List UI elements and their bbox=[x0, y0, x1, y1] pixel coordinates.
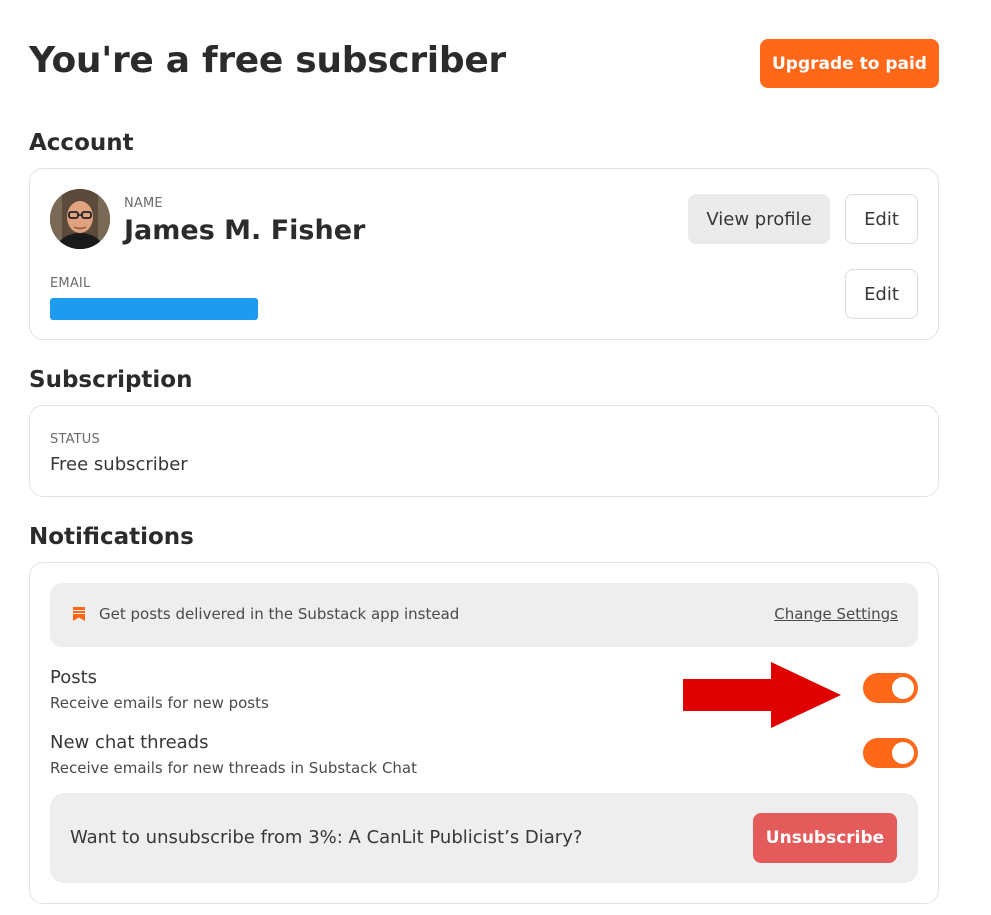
account-name: James M. Fisher bbox=[124, 215, 366, 246]
posts-subtitle: Receive emails for new posts bbox=[50, 694, 269, 712]
upgrade-to-paid-button[interactable]: Upgrade to paid bbox=[760, 39, 939, 88]
unsubscribe-button[interactable]: Unsubscribe bbox=[753, 813, 897, 863]
avatar bbox=[50, 189, 110, 249]
change-settings-link[interactable]: Change Settings bbox=[774, 605, 898, 623]
email-label: EMAIL bbox=[50, 276, 91, 291]
toggle-knob bbox=[892, 677, 914, 699]
edit-name-button[interactable]: Edit bbox=[845, 194, 918, 244]
unsubscribe-box: Want to unsubscribe from 3%: A CanLit Pu… bbox=[50, 793, 918, 883]
subscription-card: STATUS Free subscriber bbox=[29, 405, 939, 497]
bookmark-icon bbox=[73, 606, 85, 625]
page-title: You're a free subscriber bbox=[29, 40, 506, 81]
status-label: STATUS bbox=[50, 432, 100, 447]
account-card: NAME James M. Fisher View profile Edit E… bbox=[29, 168, 939, 340]
status-value: Free subscriber bbox=[50, 454, 188, 475]
red-arrow-annotation bbox=[683, 662, 841, 728]
edit-email-button[interactable]: Edit bbox=[845, 269, 918, 319]
posts-title: Posts bbox=[50, 667, 98, 688]
app-delivery-banner: Get posts delivered in the Substack app … bbox=[50, 583, 918, 647]
posts-email-toggle[interactable] bbox=[863, 673, 918, 703]
view-profile-button[interactable]: View profile bbox=[688, 194, 830, 244]
name-label: NAME bbox=[124, 196, 163, 211]
email-value-redacted bbox=[50, 298, 258, 320]
notifications-section-title: Notifications bbox=[29, 524, 194, 550]
chat-threads-subtitle: Receive emails for new threads in Substa… bbox=[50, 759, 417, 777]
unsubscribe-prompt: Want to unsubscribe from 3%: A CanLit Pu… bbox=[70, 827, 583, 848]
notifications-card: Get posts delivered in the Substack app … bbox=[29, 562, 939, 904]
chat-threads-email-toggle[interactable] bbox=[863, 738, 918, 768]
subscription-section-title: Subscription bbox=[29, 367, 193, 393]
toggle-knob bbox=[892, 742, 914, 764]
banner-text: Get posts delivered in the Substack app … bbox=[99, 605, 460, 623]
account-section-title: Account bbox=[29, 130, 134, 156]
chat-threads-title: New chat threads bbox=[50, 732, 209, 753]
